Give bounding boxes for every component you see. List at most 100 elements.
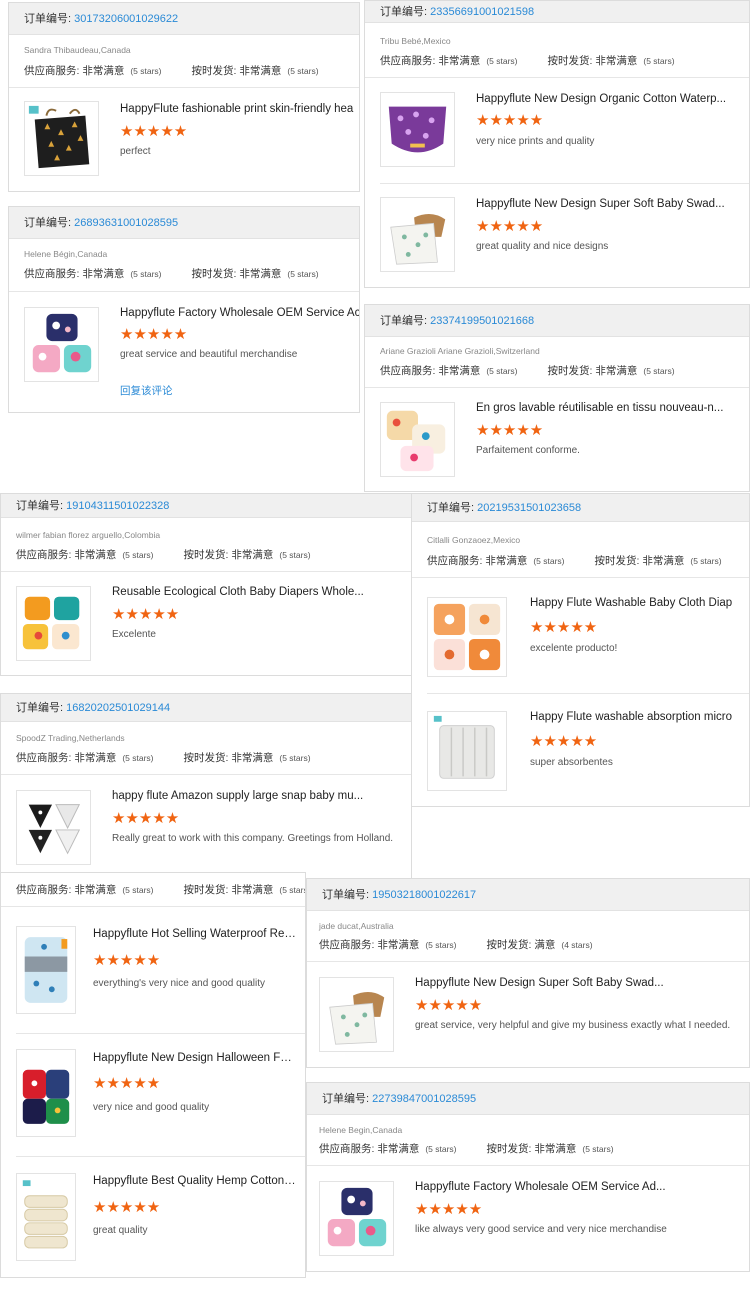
seller-rating-row: 供应商服务: 非常满意(5 stars)按时发货: 非常满意(5 stars) [380, 365, 675, 377]
seller-rating-row: 供应商服务: 非常满意(5 stars)按时发货: 非常满意(5 stars) [16, 884, 305, 896]
review-comment: very nice prints and quality [476, 136, 595, 147]
seller-rating-row: 供应商服务: 非常满意(5 stars)按时发货: 非常满意(5 stars) [24, 268, 319, 280]
product-image[interactable] [427, 711, 507, 791]
buyer-name: Ariane Grazioli Ariane Grazioli,Switzerl… [380, 346, 540, 356]
review-card: 订单编号: 22739847001028595 Helene Begin,Can… [306, 1082, 750, 1272]
review-comment: great quality [93, 1225, 148, 1236]
product-title[interactable]: Happyflute Hot Selling Waterproof Reusab… [93, 928, 298, 940]
order-number-link[interactable]: 20219531501023658 [477, 502, 581, 514]
review-card: 订单编号: 16820202501029144 SpoodZ Trading,N… [0, 693, 412, 880]
seller-rating-row: 供应商服务: 非常满意(5 stars)按时发货: 非常满意(5 stars) [380, 55, 675, 67]
order-header: 订单编号: 26893631001028595 [9, 207, 359, 239]
review-card: 订单编号: 26893631001028595 Helene Bégin,Can… [8, 206, 360, 413]
product-image[interactable] [16, 926, 76, 1014]
star-rating: ★★★★★ [93, 1075, 161, 1092]
product-title[interactable]: Happyflute Factory Wholesale OEM Service… [415, 1181, 745, 1193]
star-rating: ★★★★★ [476, 112, 544, 129]
product-image[interactable] [380, 402, 455, 477]
order-header: 订单编号: 22739847001028595 [307, 1083, 749, 1115]
product-image[interactable] [24, 307, 99, 382]
order-header: 订单编号: 19503218001022617 [307, 879, 749, 911]
product-image[interactable] [24, 101, 99, 176]
star-rating: ★★★★★ [93, 952, 161, 969]
order-header: 订单编号: 19104311501022328 [1, 494, 411, 518]
order-number-link[interactable]: 30173206001029622 [74, 13, 178, 25]
review-comment: super absorbentes [530, 757, 613, 768]
product-title[interactable]: Happyflute Best Quality Hemp Cotton Baby… [93, 1175, 298, 1187]
review-comment: great service and beautiful merchandise [120, 349, 298, 360]
order-number-link[interactable]: 19503218001022617 [372, 889, 476, 901]
seller-rating-row: 供应商服务: 非常满意 (5 stars) 按时发货: 满意 (4 stars) [319, 939, 593, 951]
product-title[interactable]: Reusable Ecological Cloth Baby Diapers W… [112, 586, 402, 598]
product-title[interactable]: Happyflute New Design Super Soft Baby Sw… [415, 977, 745, 989]
order-header: 订单编号: 23374199501021668 [365, 305, 749, 337]
star-rating: ★★★★★ [93, 1199, 161, 1216]
buyer-name: Tribu Bebé,Mexico [380, 36, 451, 46]
star-rating: ★★★★★ [120, 123, 188, 140]
order-number-link[interactable]: 16820202501029144 [66, 702, 170, 714]
review-card: 订单编号: 23374199501021668 Ariane Grazioli … [364, 304, 750, 492]
star-rating: ★★★★★ [112, 810, 180, 827]
review-comment: very nice and good quality [93, 1102, 210, 1113]
buyer-name: jade ducat,Australia [319, 921, 394, 931]
product-image[interactable] [427, 597, 507, 677]
order-number-link[interactable]: 23374199501021668 [430, 315, 534, 327]
review-comment: Really great to work with this company. … [112, 833, 394, 844]
star-rating: ★★★★★ [415, 1201, 483, 1218]
review-card: 订单编号: 23356691001021598 Tribu Bebé,Mexic… [364, 0, 750, 288]
review-card: 供应商服务: 非常满意(5 stars)按时发货: 非常满意(5 stars) … [0, 872, 306, 1278]
product-image[interactable] [380, 92, 455, 167]
review-card: 订单编号: 20219531501023658 Citlalli Gonzaoe… [411, 493, 750, 807]
star-rating: ★★★★★ [112, 606, 180, 623]
reply-comment-link[interactable]: 回复该评论 [120, 383, 173, 398]
product-title[interactable]: Happy Flute Washable Baby Cloth Diap [530, 597, 749, 609]
order-number-link[interactable]: 26893631001028595 [74, 217, 178, 229]
buyer-name: wilmer fabian florez arguello,Colombia [16, 530, 161, 540]
review-comment: like always very good service and very n… [415, 1224, 667, 1235]
star-rating: ★★★★★ [120, 326, 188, 343]
product-image[interactable] [16, 1173, 76, 1261]
review-comment: great service, very helpful and give my … [415, 1020, 731, 1031]
star-rating: ★★★★★ [530, 733, 598, 750]
product-image[interactable] [16, 586, 91, 661]
seller-rating-row: 供应商服务: 非常满意(5 stars)按时发货: 非常满意(5 stars) [427, 555, 722, 567]
review-card: 订单编号: 30173206001029622 Sandra Thibaudea… [8, 2, 360, 192]
star-rating: ★★★★★ [415, 997, 483, 1014]
seller-rating-row: 供应商服务: 非常满意(5 stars)按时发货: 非常满意(5 stars) [24, 65, 319, 77]
buyer-name: SpoodZ Trading,Netherlands [16, 733, 125, 743]
product-image[interactable] [319, 977, 394, 1052]
review-comment: perfect [120, 146, 151, 157]
buyer-name: Helene Bégin,Canada [24, 249, 108, 259]
product-title[interactable]: HappyFlute fashionable print skin-friend… [120, 103, 359, 115]
buyer-name: Citlalli Gonzaoez,Mexico [427, 535, 521, 545]
buyer-name: Sandra Thibaudeau,Canada [24, 45, 131, 55]
product-title[interactable]: Happyflute New Design Halloween Fashion … [93, 1052, 298, 1064]
product-image[interactable] [16, 1049, 76, 1137]
product-title[interactable]: Happyflute New Design Super Soft Baby Sw… [476, 198, 741, 210]
buyer-name: Helene Begin,Canada [319, 1125, 403, 1135]
product-title[interactable]: En gros lavable réutilisable en tissu no… [476, 402, 741, 414]
review-card: 订单编号: 19104311501022328 wilmer fabian fl… [0, 493, 412, 676]
review-comment: excelente producto! [530, 643, 618, 654]
product-title[interactable]: happy flute Amazon supply large snap bab… [112, 790, 402, 802]
order-number-label: 订单编号: [24, 13, 75, 25]
review-comment: everything's very nice and good quality [93, 978, 266, 989]
order-number-link[interactable]: 22739847001028595 [372, 1093, 476, 1105]
review-comment: Parfaitement conforme. [476, 445, 580, 456]
product-image[interactable] [380, 197, 455, 272]
order-header: 订单编号: 23356691001021598 [365, 1, 749, 23]
star-rating: ★★★★★ [476, 422, 544, 439]
order-number-link[interactable]: 23356691001021598 [430, 6, 534, 18]
product-image[interactable] [319, 1181, 394, 1256]
review-comment: Excelente [112, 629, 156, 640]
order-header: 订单编号: 16820202501029144 [1, 694, 411, 722]
order-header: 订单编号: 20219531501023658 [412, 494, 749, 522]
star-rating: ★★★★★ [476, 218, 544, 235]
review-comment: great quality and nice designs [476, 241, 609, 252]
seller-rating-row: 供应商服务: 非常满意(5 stars)按时发货: 非常满意(5 stars) [16, 752, 311, 764]
product-image[interactable] [16, 790, 91, 865]
order-number-link[interactable]: 19104311501022328 [66, 500, 169, 512]
product-title[interactable]: Happy Flute washable absorption micro [530, 711, 749, 723]
product-title[interactable]: Happyflute Factory Wholesale OEM Service… [120, 307, 359, 319]
product-title[interactable]: Happyflute New Design Organic Cotton Wat… [476, 93, 741, 105]
